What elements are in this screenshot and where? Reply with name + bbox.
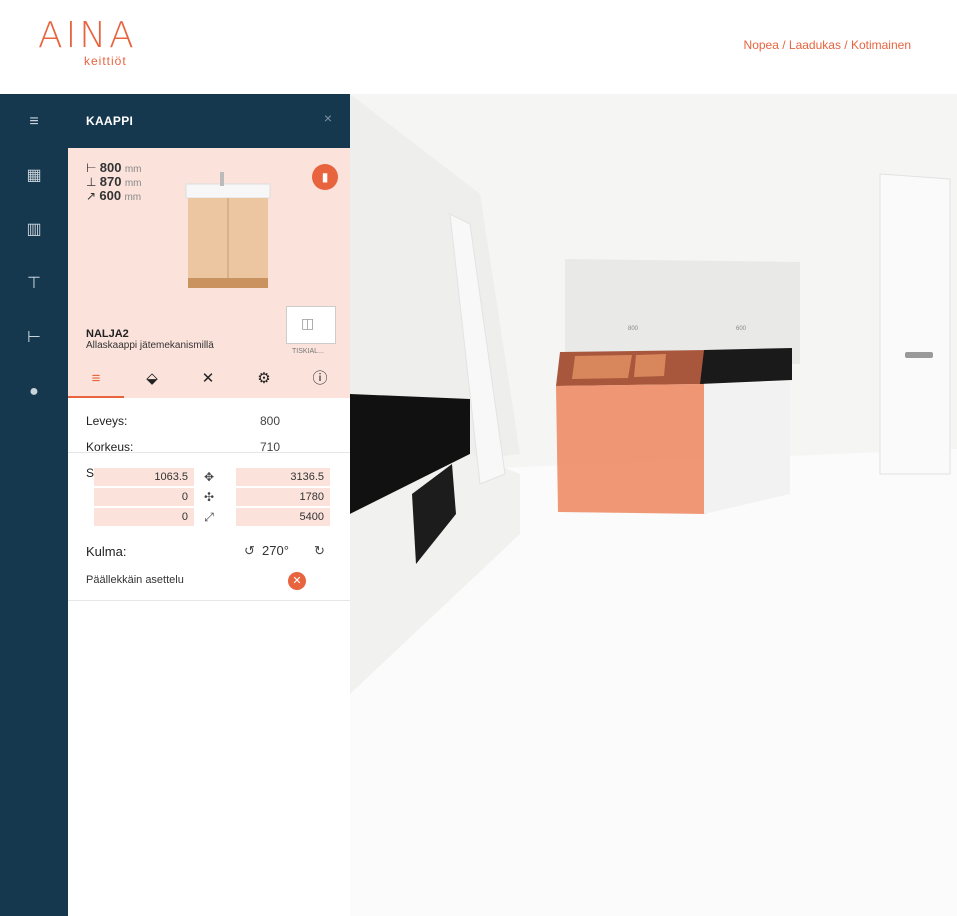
door-handle-icon xyxy=(905,352,933,358)
rotate-right-icon[interactable]: ↻ xyxy=(314,543,325,559)
tab-list[interactable]: ≡ xyxy=(68,362,124,396)
tab-settings[interactable]: ⚙ xyxy=(236,362,292,396)
divider xyxy=(68,452,350,453)
height-icon: ⊥ xyxy=(86,175,97,189)
position-z-left[interactable]: 0 xyxy=(94,508,194,526)
paint-roller-icon[interactable]: ⊤ xyxy=(24,274,44,294)
aina-logo[interactable]: AINA keittiöt xyxy=(38,18,158,74)
countertop-thumbnail[interactable]: ◫ xyxy=(286,306,336,344)
move-vertical-icon: ✣ xyxy=(203,490,215,504)
height-dimension: ⊥ 870 mm xyxy=(86,174,142,189)
panel-header: KAAPPI × xyxy=(68,94,350,148)
width-label: Leveys: xyxy=(86,414,128,428)
paint-bucket-icon: ⬙ xyxy=(146,370,158,387)
settings-icon: ⚙ xyxy=(257,370,271,387)
list-icon: ≡ xyxy=(91,370,101,387)
move-horizontal-icon: ✥ xyxy=(203,470,215,484)
product-description: Allaskaappi jätemekanismillä xyxy=(86,340,214,351)
panel-tabs: ≡ ⬙ ✕ ⚙ ⓘ xyxy=(68,362,350,398)
floorplan-icon[interactable]: ▦ xyxy=(24,166,44,186)
logo-subtitle: keittiöt xyxy=(84,54,127,68)
cabinet-panel: KAAPPI × ⊢ 800 mm ⊥ 870 mm ↗ 600 mm ▮ ◫ … xyxy=(68,94,350,916)
menu-icon[interactable]: ≡ xyxy=(24,112,44,132)
scene-dimension-left: 800 xyxy=(628,326,639,332)
position-x-left[interactable]: 1063.5 xyxy=(94,468,194,486)
move-depth-icon: ⤢ xyxy=(204,510,214,524)
depth-icon: ↗ xyxy=(86,189,97,203)
position-y-left[interactable]: 0 xyxy=(94,488,194,506)
angle-label: Kulma: xyxy=(86,544,127,559)
tree-icon[interactable]: ⊢ xyxy=(24,328,44,348)
close-icon: ✕ xyxy=(292,575,302,587)
sink-icon: ◫ xyxy=(301,315,315,331)
close-icon[interactable]: × xyxy=(324,110,332,126)
overlap-toggle[interactable]: ✕ xyxy=(288,572,306,590)
tab-paint[interactable]: ⬙ xyxy=(124,362,180,396)
scene-dimension-right: 600 xyxy=(736,326,747,332)
delete-button[interactable]: ▮ xyxy=(312,164,338,190)
info-icon: ⓘ xyxy=(312,370,328,387)
width-value[interactable]: 800 xyxy=(260,414,280,428)
position-x-right[interactable]: 3136.5 xyxy=(236,468,330,486)
angle-value: 270° xyxy=(262,543,289,558)
rotate-left-icon[interactable]: ↺ xyxy=(244,543,255,559)
tab-active-indicator xyxy=(68,396,124,398)
product-name: NALJA2 xyxy=(86,328,129,340)
width-icon: ⊢ xyxy=(86,161,97,175)
tab-tools[interactable]: ✕ xyxy=(180,362,236,396)
width-dimension: ⊢ 800 mm xyxy=(86,160,142,175)
selected-cabinet[interactable] xyxy=(556,384,706,514)
cabinet-icon[interactable]: ▥ xyxy=(24,220,44,240)
panel-title: KAAPPI xyxy=(86,114,134,128)
divider xyxy=(68,600,350,601)
header: AINA keittiöt Nopea / Laadukas / Kotimai… xyxy=(0,0,957,94)
tools-icon: ✕ xyxy=(201,370,215,387)
thumbnail-label: TISKIAL... xyxy=(292,348,324,355)
depth-dimension: ↗ 600 mm xyxy=(86,188,142,203)
trash-icon: ▮ xyxy=(321,170,329,184)
position-y-right[interactable]: 1780 xyxy=(236,488,330,506)
product-card: ⊢ 800 mm ⊥ 870 mm ↗ 600 mm ▮ ◫ NALJA2 Al… xyxy=(68,148,350,398)
main-sidebar: ≡ ▦ ▥ ⊤ ⊢ ● xyxy=(0,94,68,916)
overlap-label: Päällekkäin asettelu xyxy=(86,574,184,586)
logo-wordmark: AINA xyxy=(38,15,137,56)
info-icon[interactable]: ● xyxy=(24,382,44,402)
tagline: Nopea / Laadukas / Kotimainen xyxy=(743,38,911,52)
position-z-right[interactable]: 5400 xyxy=(236,508,330,526)
tab-info[interactable]: ⓘ xyxy=(292,362,348,396)
cabinet-preview-image xyxy=(185,172,271,288)
